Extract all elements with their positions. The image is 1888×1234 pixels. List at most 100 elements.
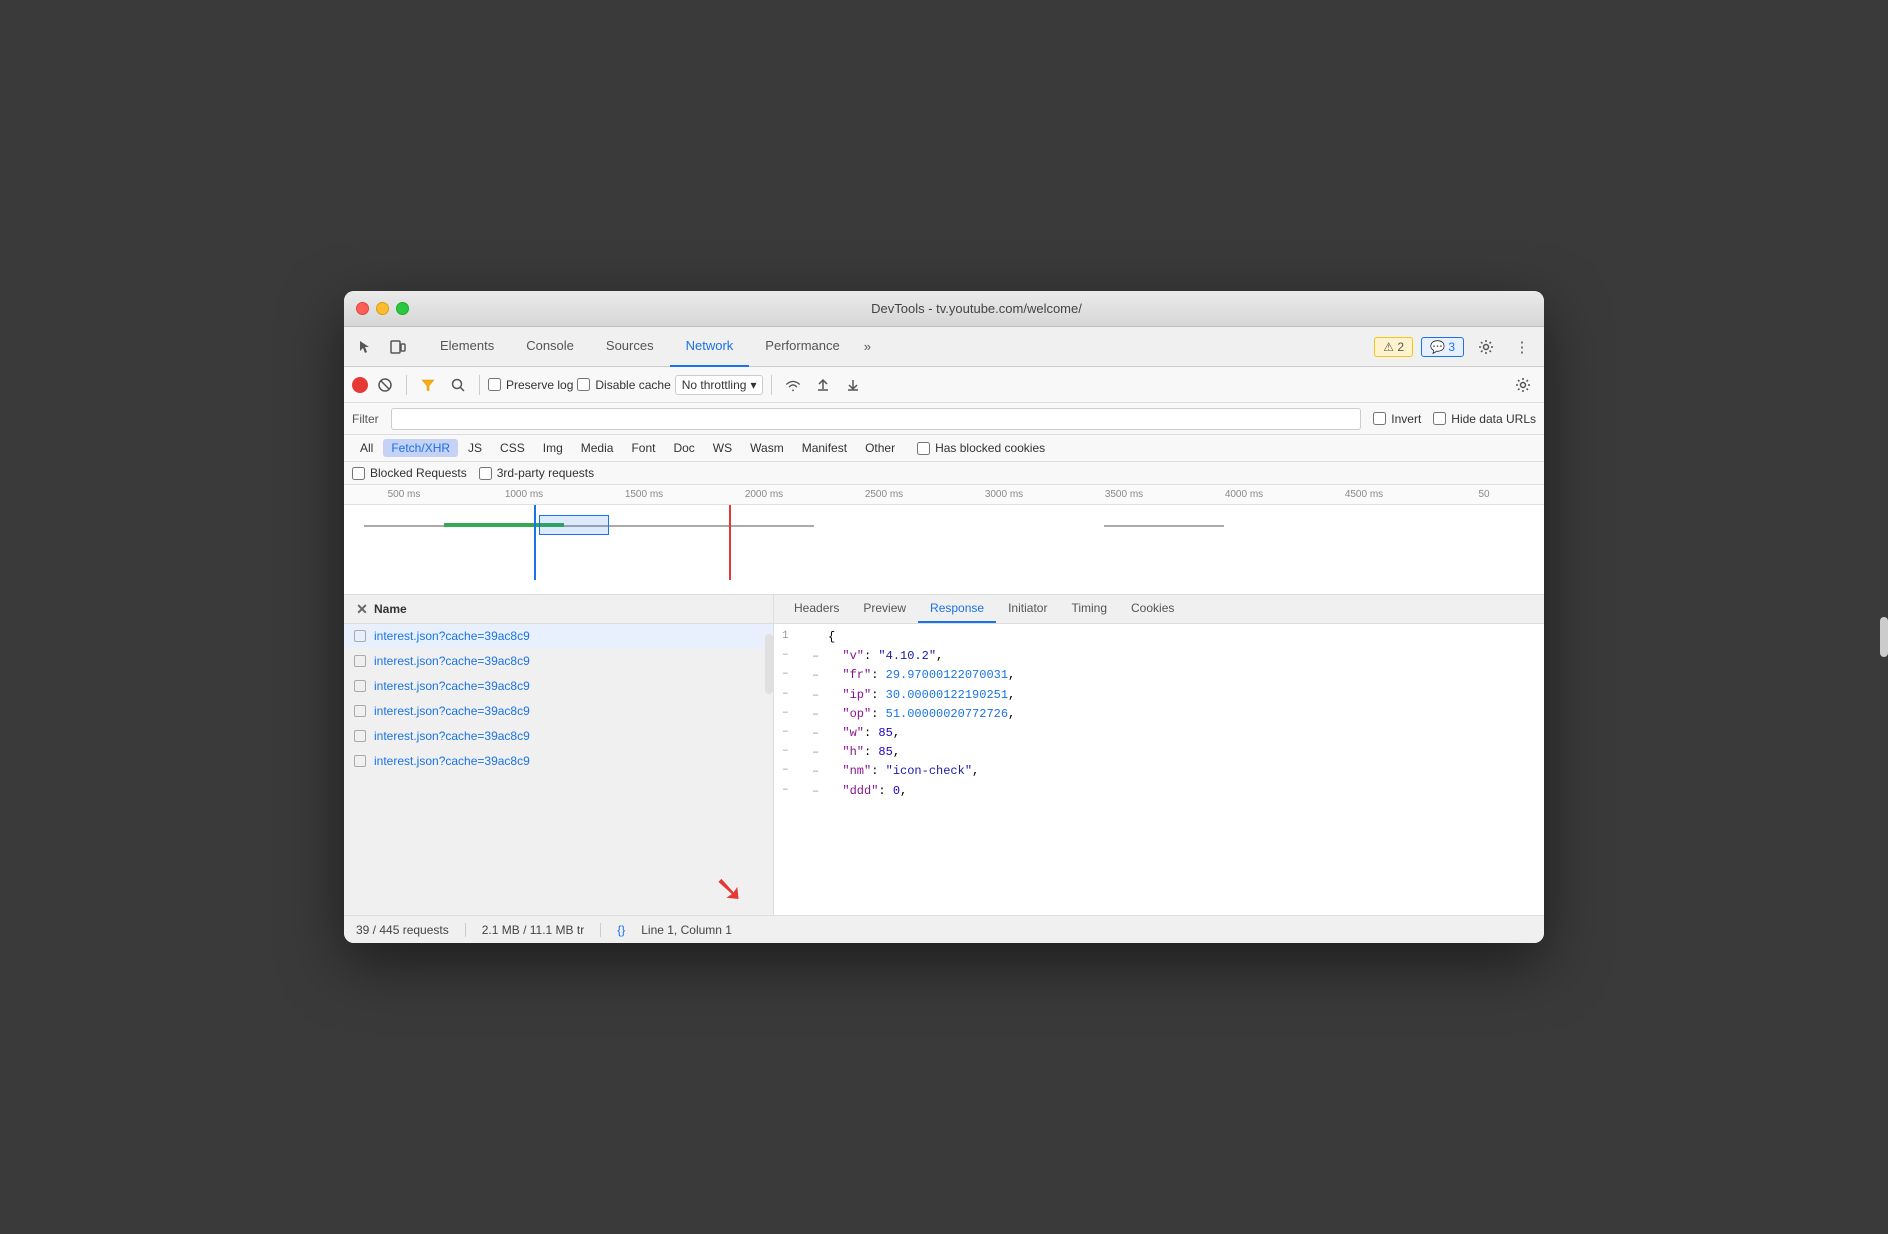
record-button[interactable] <box>352 377 368 393</box>
json-line: – – "h": 85, <box>774 743 1544 762</box>
warning-badge[interactable]: ⚠ 2 <box>1374 337 1413 357</box>
json-line: – – "op": 51.00000020772726, <box>774 705 1544 724</box>
hide-data-urls-checkbox[interactable] <box>1433 412 1446 425</box>
request-item[interactable]: interest.json?cache=39ac8c9 <box>344 649 773 674</box>
preserve-log-checkbox[interactable] <box>488 378 501 391</box>
tab-initiator[interactable]: Initiator <box>996 595 1059 623</box>
request-checkbox[interactable] <box>354 705 366 717</box>
tab-network[interactable]: Network <box>670 327 750 367</box>
disable-cache-label[interactable]: Disable cache <box>577 378 670 392</box>
tab-cookies[interactable]: Cookies <box>1119 595 1186 623</box>
request-checkbox[interactable] <box>354 730 366 742</box>
type-img[interactable]: Img <box>535 439 571 457</box>
request-checkbox[interactable] <box>354 655 366 667</box>
pretty-print-icon: {} <box>617 923 625 937</box>
close-button[interactable] <box>356 302 369 315</box>
disable-cache-checkbox[interactable] <box>577 378 590 391</box>
request-list: interest.json?cache=39ac8c9 interest.jso… <box>344 624 773 915</box>
type-other[interactable]: Other <box>857 439 903 457</box>
wifi-icon[interactable] <box>780 372 806 398</box>
type-media[interactable]: Media <box>573 439 622 457</box>
throttle-select[interactable]: No throttling ▾ <box>675 375 764 395</box>
type-manifest[interactable]: Manifest <box>794 439 855 457</box>
request-checkbox[interactable] <box>354 755 366 767</box>
devtools-window: DevTools - tv.youtube.com/welcome/ Eleme… <box>344 291 1544 943</box>
type-fetch-xhr[interactable]: Fetch/XHR <box>383 439 458 457</box>
type-css[interactable]: CSS <box>492 439 533 457</box>
tick-2000ms: 2000 ms <box>704 489 824 500</box>
type-doc[interactable]: Doc <box>665 439 702 457</box>
tab-timing[interactable]: Timing <box>1059 595 1119 623</box>
tab-preview[interactable]: Preview <box>851 595 918 623</box>
extra-filters: Blocked Requests 3rd-party requests <box>344 462 1544 485</box>
cursor-icon[interactable] <box>352 333 380 361</box>
device-icon[interactable] <box>384 333 412 361</box>
preserve-log-label[interactable]: Preserve log <box>488 378 573 392</box>
tick-3500ms: 3500 ms <box>1064 489 1184 500</box>
tick-1000ms: 1000 ms <box>464 489 584 500</box>
third-party-label[interactable]: 3rd-party requests <box>479 466 594 480</box>
maximize-button[interactable] <box>396 302 409 315</box>
type-font[interactable]: Font <box>623 439 663 457</box>
timeline-area[interactable]: 500 ms 1000 ms 1500 ms 2000 ms 2500 ms 3… <box>344 485 1544 595</box>
clear-button[interactable] <box>372 372 398 398</box>
json-line: – – "ddd": 0, <box>774 782 1544 801</box>
tab-more[interactable]: » <box>856 339 879 354</box>
request-item[interactable]: interest.json?cache=39ac8c9 <box>344 699 773 724</box>
timeline-line-red <box>729 505 731 580</box>
filter-icon[interactable] <box>415 372 441 398</box>
invert-label[interactable]: Invert <box>1373 412 1421 426</box>
tick-1500ms: 1500 ms <box>584 489 704 500</box>
request-item[interactable]: interest.json?cache=39ac8c9 <box>344 624 773 649</box>
scrollbar[interactable] <box>765 634 773 694</box>
cursor-position: Line 1, Column 1 <box>641 923 732 937</box>
tab-performance[interactable]: Performance <box>749 327 855 367</box>
toolbar-sep-2 <box>479 375 480 395</box>
timeline-line-blue <box>534 505 536 580</box>
tab-console[interactable]: Console <box>510 327 590 367</box>
tab-sources[interactable]: Sources <box>590 327 670 367</box>
settings-icon-2[interactable] <box>1510 372 1536 398</box>
tick-4500ms: 4500 ms <box>1304 489 1424 500</box>
has-blocked-cookies-checkbox[interactable] <box>917 442 930 455</box>
json-line: – – "nm": "icon-check", <box>774 762 1544 781</box>
search-icon[interactable] <box>445 372 471 398</box>
tab-headers[interactable]: Headers <box>782 595 851 623</box>
type-ws[interactable]: WS <box>705 439 740 457</box>
pretty-print-button[interactable]: {} <box>617 923 625 937</box>
download-icon[interactable] <box>840 372 866 398</box>
request-item[interactable]: interest.json?cache=39ac8c9 <box>344 674 773 699</box>
response-content: 1 { – – "v": "4.10.2", – – "fr": 29.9700… <box>774 624 1544 915</box>
request-checkbox[interactable] <box>354 630 366 642</box>
invert-checkbox[interactable] <box>1373 412 1386 425</box>
request-name: interest.json?cache=39ac8c9 <box>374 754 763 768</box>
traffic-lights <box>356 302 409 315</box>
network-toolbar: Preserve log Disable cache No throttling… <box>344 367 1544 403</box>
has-blocked-cookies-label[interactable]: Has blocked cookies <box>917 441 1045 455</box>
minimize-button[interactable] <box>376 302 389 315</box>
window-title: DevTools - tv.youtube.com/welcome/ <box>421 301 1532 316</box>
json-line: – – "ip": 30.00000122190251, <box>774 686 1544 705</box>
request-checkbox[interactable] <box>354 680 366 692</box>
third-party-checkbox[interactable] <box>479 467 492 480</box>
json-line: 1 { <box>774 628 1544 647</box>
close-panel-button[interactable]: ✕ <box>354 601 370 617</box>
blocked-requests-checkbox[interactable] <box>352 467 365 480</box>
type-js[interactable]: JS <box>460 439 490 457</box>
message-badge[interactable]: 💬 3 <box>1421 337 1464 357</box>
tab-response[interactable]: Response <box>918 595 996 623</box>
upload-icon[interactable] <box>810 372 836 398</box>
tab-elements[interactable]: Elements <box>424 327 510 367</box>
type-all[interactable]: All <box>352 439 381 457</box>
type-wasm[interactable]: Wasm <box>742 439 792 457</box>
request-name: interest.json?cache=39ac8c9 <box>374 629 763 643</box>
timeline-ruler: 500 ms 1000 ms 1500 ms 2000 ms 2500 ms 3… <box>344 485 1544 505</box>
more-options-icon[interactable]: ⋮ <box>1508 333 1536 361</box>
settings-icon[interactable] <box>1472 333 1500 361</box>
request-item[interactable]: interest.json?cache=39ac8c9 <box>344 749 773 774</box>
blocked-requests-label[interactable]: Blocked Requests <box>352 466 467 480</box>
toolbar-sep-1 <box>406 375 407 395</box>
request-item[interactable]: interest.json?cache=39ac8c9 <box>344 724 773 749</box>
name-header: ✕ Name <box>344 595 773 624</box>
hide-data-urls-label[interactable]: Hide data URLs <box>1433 412 1536 426</box>
